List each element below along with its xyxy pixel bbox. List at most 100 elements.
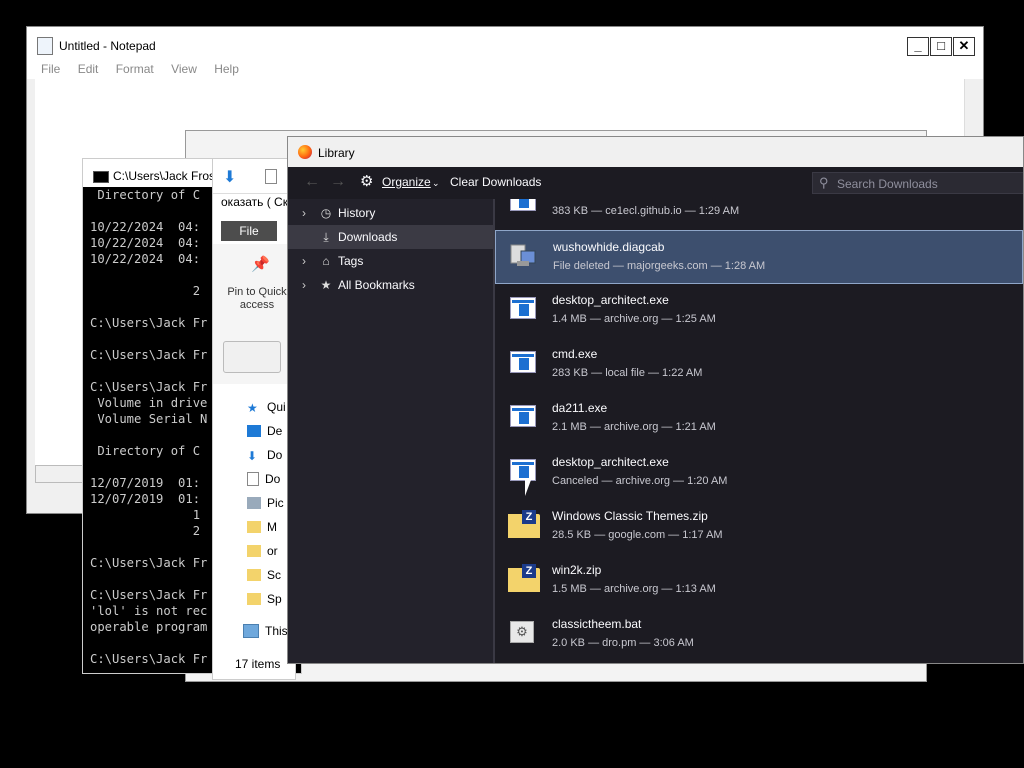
nav-quick-access[interactable]: ★ Qui [247, 395, 286, 419]
menu-help[interactable]: Help [214, 62, 239, 76]
copy-paste-button[interactable] [223, 341, 281, 373]
clear-downloads-button[interactable]: Clear Downloads [450, 175, 541, 189]
menu-format[interactable]: Format [116, 62, 154, 76]
download-name: cmd.exe [552, 347, 598, 361]
minimize-button[interactable]: _ [907, 37, 929, 56]
nav-label: This [265, 624, 288, 638]
mouse-cursor [525, 480, 531, 496]
nav-label: De [267, 424, 283, 438]
download-item[interactable]: Zwin2k.zip 1.5 MB — archive.org — 1:13 AM [495, 554, 1023, 608]
download-item[interactable]: cmd.exe 283 KB — local file — 1:22 AM [495, 338, 1023, 392]
download-status: 383 KB — ce1ecl.github.io — 1:29 AM [552, 205, 740, 217]
nav-desktop[interactable]: De [247, 419, 282, 443]
download-item[interactable]: 383 KB — ce1ecl.github.io — 1:29 AM [495, 199, 1023, 230]
search-icon: ⚲ [819, 175, 829, 190]
nav-folder-4[interactable]: Sp [247, 587, 282, 611]
tag-icon: ⌂ [322, 254, 330, 268]
download-item[interactable]: desktop_architect.exe 1.4 MB — archive.or… [495, 284, 1023, 338]
nav-this-pc[interactable]: This [243, 619, 288, 643]
nav-label: Sp [267, 592, 282, 606]
notepad-titlebar[interactable]: Untitled - Notepad _ □ ✕ [27, 27, 983, 61]
status-item-count: 17 items [235, 657, 281, 671]
download-item[interactable]: desktop_architect.exe Canceled — archive.… [495, 446, 1023, 500]
nav-label: M [267, 520, 277, 534]
executable-file-icon [510, 297, 536, 319]
zip-badge: Z [522, 510, 536, 524]
chevron-right-icon[interactable]: › [302, 254, 306, 268]
checkmark-document-icon [265, 169, 277, 184]
forward-arrow-icon[interactable]: → [330, 173, 346, 191]
download-name: classictheem.bat [552, 617, 642, 631]
download-status: Canceled — archive.org — 1:20 AM [552, 475, 728, 487]
nav-documents[interactable]: Do [247, 467, 280, 491]
file-explorer-window: ⬇ оказать ( Ск File 📌 Pin to Quick acces… [212, 158, 296, 680]
executable-file-icon [510, 405, 536, 427]
download-arrow-icon: ⬇ [223, 169, 237, 186]
folder-icon [247, 521, 261, 533]
nav-label: Sc [267, 568, 282, 582]
download-name: desktop_architect.exe [552, 455, 669, 469]
menu-view[interactable]: View [171, 62, 197, 76]
library-title: Library [318, 146, 355, 160]
console-title: C:\Users\Jack Frost [113, 169, 219, 183]
sidebar-item-history[interactable]: › ◷ History [288, 201, 493, 225]
download-name: win2k.zip [552, 563, 602, 577]
sidebar-item-downloads[interactable]: ⤓ Downloads [288, 225, 493, 249]
back-arrow-icon[interactable]: ← [304, 173, 320, 191]
downloads-list: 383 KB — ce1ecl.github.io — 1:29 AM wusho… [495, 199, 1023, 663]
menu-file[interactable]: File [41, 62, 60, 76]
download-status: 2.1 MB — archive.org — 1:21 AM [552, 421, 716, 433]
library-toolbar: ← → ⚙ Organize ⌄ Clear Downloads ⚲ Searc… [288, 167, 1023, 200]
pin-to-quick-access[interactable]: Pin to Quick access [221, 286, 293, 312]
firefox-icon [298, 145, 312, 159]
ribbon-tab-label[interactable]: оказать ( Ск [221, 195, 295, 215]
download-item[interactable]: da211.exe 2.1 MB — archive.org — 1:21 AM [495, 392, 1023, 446]
nav-label: Pic [267, 496, 284, 510]
download-name: da211.exe [552, 401, 608, 415]
organize-button[interactable]: Organize [382, 175, 431, 189]
download-status: File deleted — majorgeeks.com — 1:28 AM [553, 260, 766, 272]
folder-icon [247, 545, 261, 557]
diagcab-file-icon [509, 241, 539, 269]
search-downloads-input[interactable]: ⚲ Search Downloads [812, 172, 1023, 194]
executable-file-icon [510, 351, 536, 373]
gear-icon: ⚙ [360, 173, 374, 190]
explorer-titlebar[interactable]: ⬇ [213, 159, 295, 194]
download-name: wushowhide.diagcab [553, 240, 665, 254]
sidebar-item-label: All Bookmarks [338, 278, 415, 292]
console-icon [93, 171, 109, 183]
chevron-right-icon[interactable]: › [302, 278, 306, 292]
picture-icon [247, 497, 261, 509]
nav-downloads[interactable]: ⬇ Do [247, 443, 282, 467]
nav-folder-1[interactable]: M [247, 515, 277, 539]
library-window: Library ← → ⚙ Organize ⌄ Clear Downloads… [287, 136, 1024, 664]
download-status: 28.5 KB — google.com — 1:17 AM [552, 529, 723, 541]
folder-icon [247, 569, 261, 581]
nav-label: Qui [267, 400, 286, 414]
library-titlebar[interactable]: Library [288, 137, 1023, 167]
folder-icon [247, 593, 261, 605]
download-status: 1.4 MB — archive.org — 1:25 AM [552, 313, 716, 325]
nav-label: Do [267, 448, 283, 462]
download-item[interactable]: wushowhide.diagcab File deleted — majorge… [495, 230, 1023, 284]
library-sidebar: › ◷ History ⤓ Downloads › ⌂ Tags › ★ All… [288, 199, 493, 663]
download-item[interactable]: ⚙ classictheem.bat 2.0 KB — dro.pm — 3:06 … [495, 608, 1023, 662]
download-name: Windows Classic Themes.zip [552, 509, 708, 523]
star-icon: ★ [247, 401, 258, 415]
nav-folder-2[interactable]: or [247, 539, 278, 563]
chevron-right-icon[interactable]: › [302, 206, 306, 220]
maximize-button[interactable]: □ [930, 37, 952, 56]
clock-icon: ◷ [320, 206, 332, 220]
nav-folder-3[interactable]: Sc [247, 563, 281, 587]
sidebar-item-all-bookmarks[interactable]: › ★ All Bookmarks [288, 273, 493, 297]
nav-pictures[interactable]: Pic [247, 491, 284, 515]
desktop-icon [247, 425, 261, 437]
file-tab-button[interactable]: File [221, 221, 277, 241]
notepad-menubar: File Edit Format View Help [27, 61, 983, 79]
chevron-down-icon: ⌄ [432, 178, 440, 188]
download-item[interactable]: Z Windows Classic Themes.zip 28.5 KB — goo… [495, 500, 1023, 554]
menu-edit[interactable]: Edit [78, 62, 99, 76]
executable-file-icon [510, 459, 536, 481]
sidebar-item-tags[interactable]: › ⌂ Tags [288, 249, 493, 273]
close-button[interactable]: ✕ [953, 37, 975, 56]
